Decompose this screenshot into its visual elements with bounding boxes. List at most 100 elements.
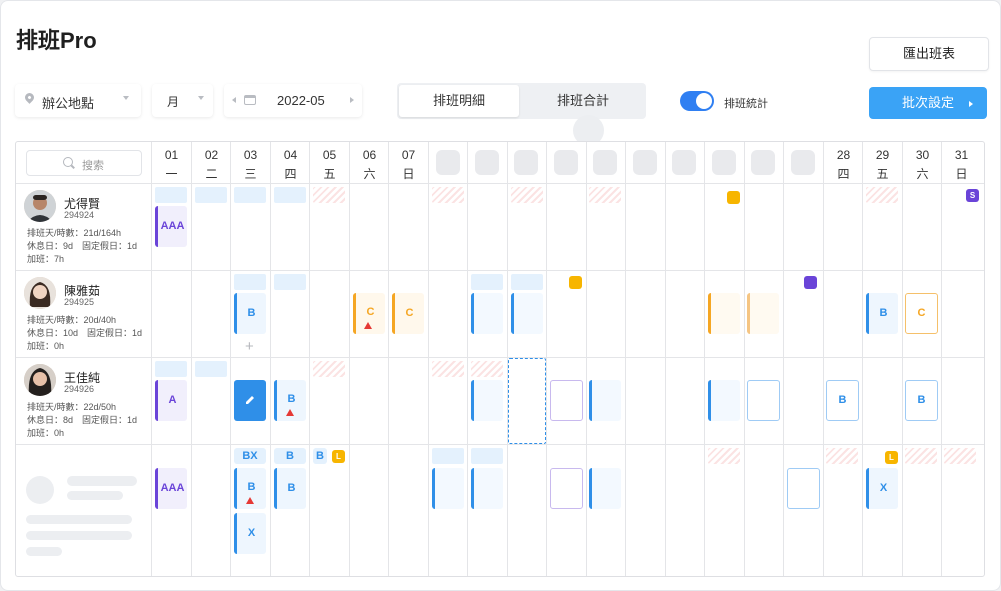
chevron-down-icon (123, 96, 129, 100)
leave-hatch (511, 187, 543, 203)
day-header[interactable]: 01 一 (152, 142, 191, 183)
selected-empty-cell[interactable] (508, 358, 546, 444)
search-input[interactable]: 搜索 (26, 150, 142, 176)
edit-shift-button[interactable] (234, 380, 266, 421)
weekday: 四 (284, 167, 297, 181)
shift-chip[interactable]: B (274, 448, 306, 464)
shift-chip[interactable] (471, 380, 503, 421)
weekday: 日 (402, 167, 415, 181)
day-header-placeholder (751, 150, 775, 175)
shift-chip[interactable] (432, 468, 464, 509)
shift-chip[interactable]: B (866, 293, 898, 334)
day-header[interactable]: 29 五 (863, 142, 902, 183)
plus-icon[interactable]: + (245, 338, 254, 355)
next-month-arrow-icon[interactable] (350, 97, 354, 103)
shift-chip[interactable] (747, 293, 779, 334)
month-picker[interactable]: 2022-05 (224, 84, 362, 117)
shift-chip[interactable] (471, 293, 503, 334)
shift-chip[interactable]: B (313, 448, 327, 464)
shift-label: B (287, 393, 296, 405)
chevron-right-icon (969, 101, 973, 107)
day-header[interactable]: 04 四 (271, 142, 310, 183)
weekday: 六 (916, 167, 929, 181)
employee-row-header[interactable]: 陳雅茹 294925 排班天/時數：20d/40h 休息日：10d 固定假日：1… (16, 271, 151, 357)
day-header[interactable]: 07 日 (389, 142, 428, 183)
pre-shift-bar (471, 448, 503, 464)
day-header[interactable]: 05 五 (310, 142, 349, 183)
marker-yellow (727, 191, 740, 204)
toggle-knob (696, 93, 712, 109)
day-header-placeholder (514, 150, 538, 175)
shift-chip[interactable]: C (905, 293, 938, 334)
shift-chip[interactable]: B (234, 293, 266, 334)
shift-chip[interactable]: AAA (155, 206, 187, 247)
search-placeholder: 搜索 (82, 160, 104, 172)
shift-chip[interactable]: B (274, 468, 306, 509)
day-header[interactable]: 06 六 (350, 142, 389, 183)
empty-shift-slot[interactable] (550, 468, 583, 509)
empty-shift-slot[interactable] (747, 380, 780, 421)
day-number: 02 (204, 148, 219, 162)
day-header[interactable]: 02 二 (192, 142, 231, 183)
pre-shift-bar (155, 361, 187, 377)
day-header-placeholder (593, 150, 617, 175)
employee-overtime: 加班：7h (27, 254, 65, 264)
shift-chip[interactable]: X (866, 468, 898, 509)
employee-row-header[interactable]: 王佳純 294926 排班天/時數：22d/50h 休息日：8d 固定假日：1d… (16, 358, 151, 444)
weekday: 三 (244, 167, 257, 181)
weekday: 五 (876, 167, 889, 181)
day-header-placeholder (554, 150, 578, 175)
day-header-placeholder (672, 150, 696, 175)
prev-month-arrow-icon[interactable] (232, 97, 236, 103)
leave-hatch (866, 187, 898, 203)
skeleton-line (26, 515, 132, 524)
day-header[interactable]: 28 四 (824, 142, 863, 183)
shift-chip[interactable]: B (826, 380, 859, 421)
location-select[interactable]: 辦公地點 (15, 84, 141, 117)
shift-chip[interactable] (589, 468, 621, 509)
weekday: 六 (363, 167, 376, 181)
shift-chip[interactable]: X (234, 513, 266, 554)
weekday: 一 (165, 167, 178, 181)
empty-shift-slot[interactable] (787, 468, 820, 509)
warning-triangle-icon (246, 497, 254, 504)
tab-schedule-total[interactable]: 排班合計 (522, 85, 644, 117)
shift-chip[interactable] (589, 380, 621, 421)
period-unit-select[interactable]: 月 (152, 84, 213, 117)
leave-hatch (471, 361, 503, 377)
export-schedule-button[interactable]: 匯出班表 (869, 37, 989, 71)
employee-rest-stats: 休息日：10d 固定假日：1d (27, 328, 143, 338)
day-header-placeholder (475, 150, 499, 175)
day-header[interactable]: 31 日 (942, 142, 981, 183)
day-number: 04 (283, 148, 298, 162)
weekday: 二 (205, 167, 218, 181)
skeleton-line (67, 476, 137, 486)
shift-chip[interactable]: C (392, 293, 424, 334)
shift-chip[interactable] (708, 380, 740, 421)
period-unit-value: 月 (167, 95, 180, 109)
app-window: 排班Pro 匯出班表 辦公地點 月 2022-05 排班明細 排班合計 排班統計… (0, 0, 1001, 591)
batch-settings-button[interactable]: 批次設定 (869, 87, 987, 119)
shift-chip[interactable]: A (155, 380, 187, 421)
view-tabs: 排班明細 排班合計 (397, 83, 646, 119)
empty-shift-slot[interactable] (550, 380, 583, 421)
day-header[interactable]: 30 六 (903, 142, 942, 183)
shift-chip[interactable]: B (905, 380, 938, 421)
stats-toggle[interactable] (680, 91, 714, 111)
avatar (24, 364, 56, 396)
skeleton-line (26, 547, 62, 556)
day-number: 28 (836, 148, 851, 162)
shift-chip[interactable] (511, 293, 543, 334)
shift-chip[interactable] (471, 468, 503, 509)
tag-s: S (966, 189, 979, 202)
shift-chip[interactable] (708, 293, 740, 334)
pre-shift-bar (274, 187, 306, 203)
skeleton-line (26, 531, 132, 540)
tab-schedule-detail[interactable]: 排班明細 (399, 85, 519, 117)
day-header[interactable]: 03 三 (231, 142, 270, 183)
calendar-icon (244, 95, 256, 105)
shift-chip[interactable]: BX (234, 448, 266, 464)
employee-row-header[interactable]: 尤得賢 294924 排班天/時數：21d/164h 休息日：9d 固定假日：1… (16, 184, 151, 270)
shift-chip[interactable]: AAA (155, 468, 187, 509)
weekday: 日 (955, 167, 968, 181)
